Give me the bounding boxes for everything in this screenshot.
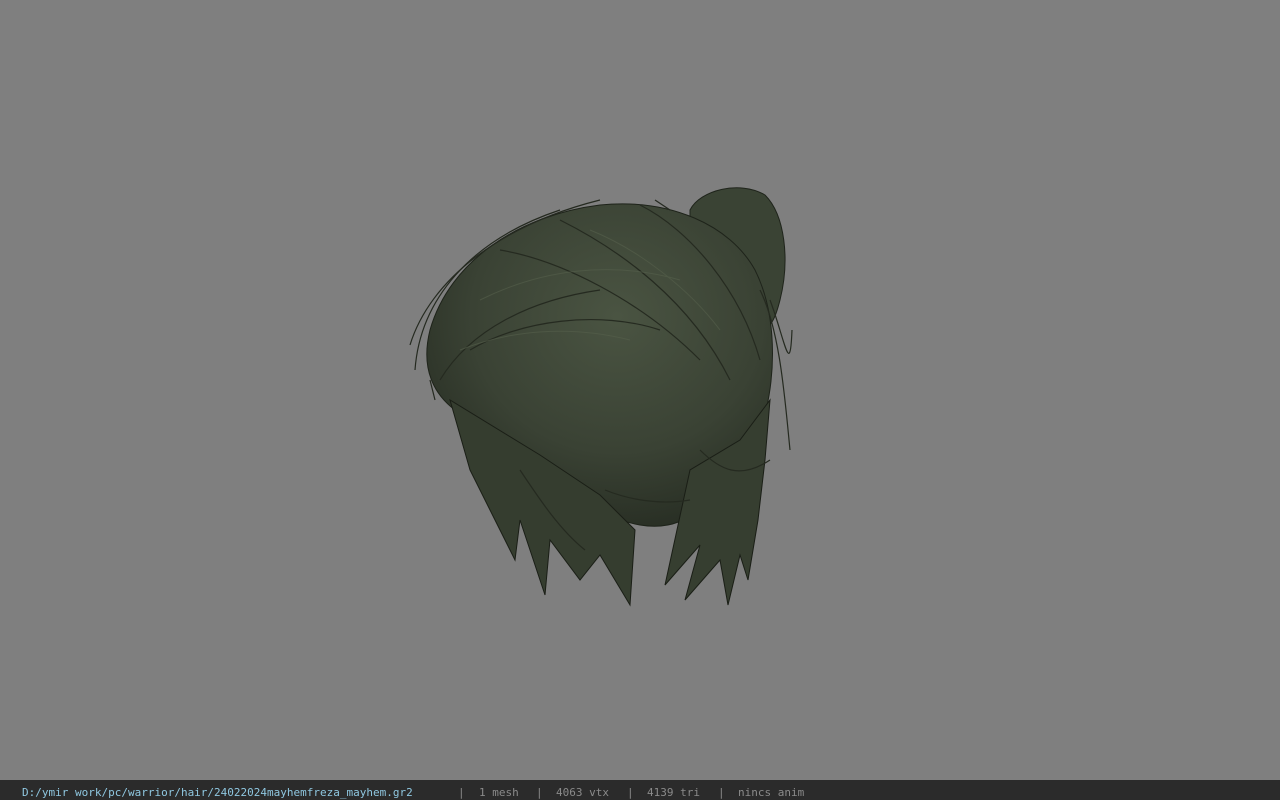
separator: | [536,786,543,799]
file-path: D:/ymir work/pc/warrior/hair/24022024may… [22,786,413,799]
separator: | [458,786,465,799]
separator: | [718,786,725,799]
mesh-count: 1 mesh [479,786,519,799]
status-bar: D:/ymir work/pc/warrior/hair/24022024may… [0,780,1280,800]
animation-status: nincs anim [738,786,805,799]
3d-viewport[interactable] [0,0,1280,780]
vertex-count: 4063 vtx [556,786,609,799]
triangle-count: 4139 tri [647,786,700,799]
hair-model[interactable] [0,0,1280,780]
separator: | [627,786,634,799]
